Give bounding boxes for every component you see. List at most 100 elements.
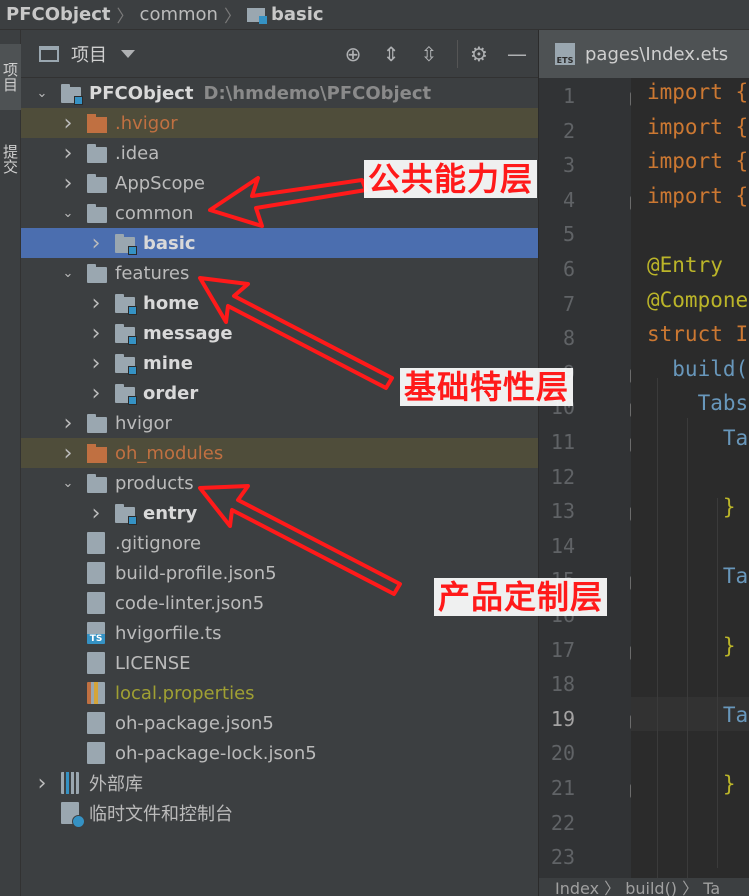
tree-row-label: PFCObject	[89, 82, 194, 104]
chevron-right-icon[interactable]: ›	[89, 351, 103, 376]
toolbar-divider	[457, 40, 458, 68]
line-number: 3	[562, 153, 575, 178]
breadcrumb-item-project[interactable]: PFCObject	[6, 4, 111, 25]
tree-row-label: basic	[143, 232, 196, 254]
file-icon	[87, 562, 105, 584]
tree-row-label: home	[143, 292, 200, 314]
chevron-down-icon[interactable]: ⌄	[61, 476, 75, 491]
module-folder-icon	[115, 354, 137, 375]
line-number: 8	[562, 326, 575, 351]
code-line: }	[647, 495, 736, 520]
folder-icon	[87, 414, 107, 433]
file-icon	[87, 712, 105, 734]
code-line: }	[647, 772, 736, 796]
code-line: Ta	[647, 564, 749, 589]
tree-row[interactable]: 临时文件和控制台	[21, 798, 538, 828]
code-editor[interactable]: import {import {import {import {@Entry @C…	[631, 78, 749, 878]
line-number: 12	[550, 464, 575, 489]
tree-row[interactable]: › 外部库	[21, 768, 538, 798]
chevron-down-icon[interactable]: ⌄	[61, 266, 75, 281]
line-number: 1	[562, 84, 575, 108]
tree-row[interactable]: › message	[21, 318, 538, 348]
indent-guide	[717, 498, 718, 868]
code-line: struct In	[647, 322, 749, 347]
collapse-all-icon[interactable]: ⇳	[417, 42, 441, 66]
editor-tab-index[interactable]: ETS pages\Index.ets	[539, 30, 749, 78]
tree-row[interactable]: ⌄ features	[21, 258, 538, 288]
breadcrumb-item-basic[interactable]: basic	[246, 4, 324, 25]
properties-file-icon	[87, 682, 105, 704]
gear-icon[interactable]: ⚙	[467, 42, 491, 66]
chevron-right-icon[interactable]: ›	[61, 411, 75, 436]
code-line: import {	[647, 114, 749, 139]
tree-row[interactable]: › basic	[21, 228, 538, 258]
code-line: @Entry	[647, 253, 723, 277]
chevron-right-icon[interactable]: ›	[89, 291, 103, 316]
folder-icon	[87, 174, 107, 193]
editor-tab-bar: ETS pages\Index.ets	[539, 30, 749, 78]
tree-row-label: LICENSE	[115, 652, 191, 674]
tool-tab-project[interactable]: 项目	[0, 44, 21, 110]
code-line: Ta	[647, 702, 749, 727]
tree-row[interactable]: ⌄ products	[21, 468, 538, 498]
tree-row[interactable]: oh-package-lock.json5	[21, 738, 538, 768]
tree-row[interactable]: › hvigor	[21, 408, 538, 438]
module-folder-icon	[115, 504, 137, 525]
file-icon	[87, 652, 105, 674]
tree-row-label: local.properties	[115, 682, 255, 704]
code-line: @Component	[647, 287, 749, 312]
chevron-right-icon[interactable]: ›	[89, 501, 103, 526]
chevron-right-icon[interactable]: ›	[89, 321, 103, 346]
project-path: D:\hmdemo\PFCObject	[203, 82, 432, 104]
annotation-common-layer: 公共能力层	[364, 160, 538, 198]
chevron-down-icon[interactable]: ⌄	[61, 206, 75, 221]
module-folder-icon	[115, 234, 137, 255]
tree-row[interactable]: .gitignore	[21, 528, 538, 558]
tree-row-label: oh-package-lock.json5	[115, 742, 317, 764]
tree-row[interactable]: TS hvigorfile.ts	[21, 618, 538, 648]
tree-row[interactable]: ⌄ common	[21, 198, 538, 228]
line-number: 6	[562, 257, 575, 281]
tree-row[interactable]: › home	[21, 288, 538, 318]
tree-row[interactable]: oh-package.json5	[21, 708, 538, 738]
minimize-icon[interactable]: —	[505, 42, 529, 66]
library-icon	[61, 772, 79, 794]
tree-row-label: .gitignore	[115, 532, 202, 554]
chevron-right-icon[interactable]: ›	[61, 111, 75, 136]
file-icon	[87, 532, 105, 554]
module-folder-icon	[115, 384, 137, 405]
folder-icon	[87, 204, 107, 223]
tree-row[interactable]: ⌄ PFCObject D:\hmdemo\PFCObject	[21, 78, 538, 108]
tree-row-label: oh-package.json5	[115, 712, 274, 734]
code-line: import {	[647, 183, 749, 208]
expand-all-icon[interactable]: ⇕	[379, 42, 403, 66]
tree-row[interactable]: › oh_modules	[21, 438, 538, 468]
line-number: 23	[550, 845, 575, 870]
tree-row[interactable]: local.properties	[21, 678, 538, 708]
code-line: import {	[647, 80, 749, 104]
tool-window-strip: 项目 提交	[0, 30, 21, 896]
chevron-down-icon[interactable]: ⌄	[35, 86, 49, 101]
folder-icon	[87, 264, 107, 283]
tree-row-label: .idea	[115, 142, 160, 164]
module-folder-icon	[246, 7, 267, 24]
chevron-down-icon	[121, 49, 135, 58]
chevron-right-icon[interactable]: ›	[61, 441, 75, 466]
chevron-right-icon[interactable]: ›	[35, 771, 49, 796]
tree-row[interactable]: › .hvigor	[21, 108, 538, 138]
chevron-right-icon[interactable]: ›	[89, 381, 103, 406]
tool-tab-commit[interactable]: 提交	[0, 126, 21, 192]
tree-row-label: entry	[143, 502, 198, 524]
locate-target-icon[interactable]: ⊕	[341, 42, 365, 66]
chevron-right-icon[interactable]: ›	[61, 141, 75, 166]
chevron-right-icon[interactable]: ›	[89, 231, 103, 256]
tree-row-label: 临时文件和控制台	[89, 804, 233, 825]
tree-row[interactable]: › entry	[21, 498, 538, 528]
tree-row-label-group: PFCObject D:\hmdemo\PFCObject	[89, 83, 431, 104]
chevron-right-icon[interactable]: ›	[61, 171, 75, 196]
line-number: 19	[550, 706, 575, 731]
project-view-selector[interactable]: 项目	[39, 41, 135, 67]
tree-row[interactable]: LICENSE	[21, 648, 538, 678]
breadcrumb-item-common[interactable]: common	[140, 4, 218, 25]
line-number-gutter: 1234567891011121314151617181920212223	[539, 78, 640, 878]
